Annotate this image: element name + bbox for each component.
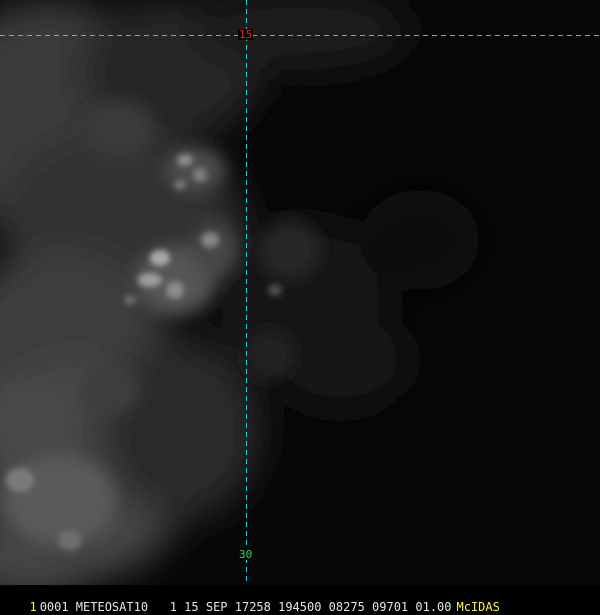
satellite-image-viewport[interactable]: 15 30 bbox=[0, 0, 600, 600]
image-status-bar: 1 0001 METEOSAT10 1 15 SEP 17258 194500 0… bbox=[0, 585, 600, 614]
image-info: 0001 METEOSAT10 1 15 SEP 17258 194500 08… bbox=[39, 600, 452, 614]
grid-label-top: 15 bbox=[238, 28, 254, 41]
satellite-imagery bbox=[0, 0, 600, 600]
grid-label-bottom: 30 bbox=[238, 548, 254, 561]
mcidas-brand: McIDAS bbox=[456, 600, 500, 614]
frame-number: 1 bbox=[29, 600, 37, 614]
